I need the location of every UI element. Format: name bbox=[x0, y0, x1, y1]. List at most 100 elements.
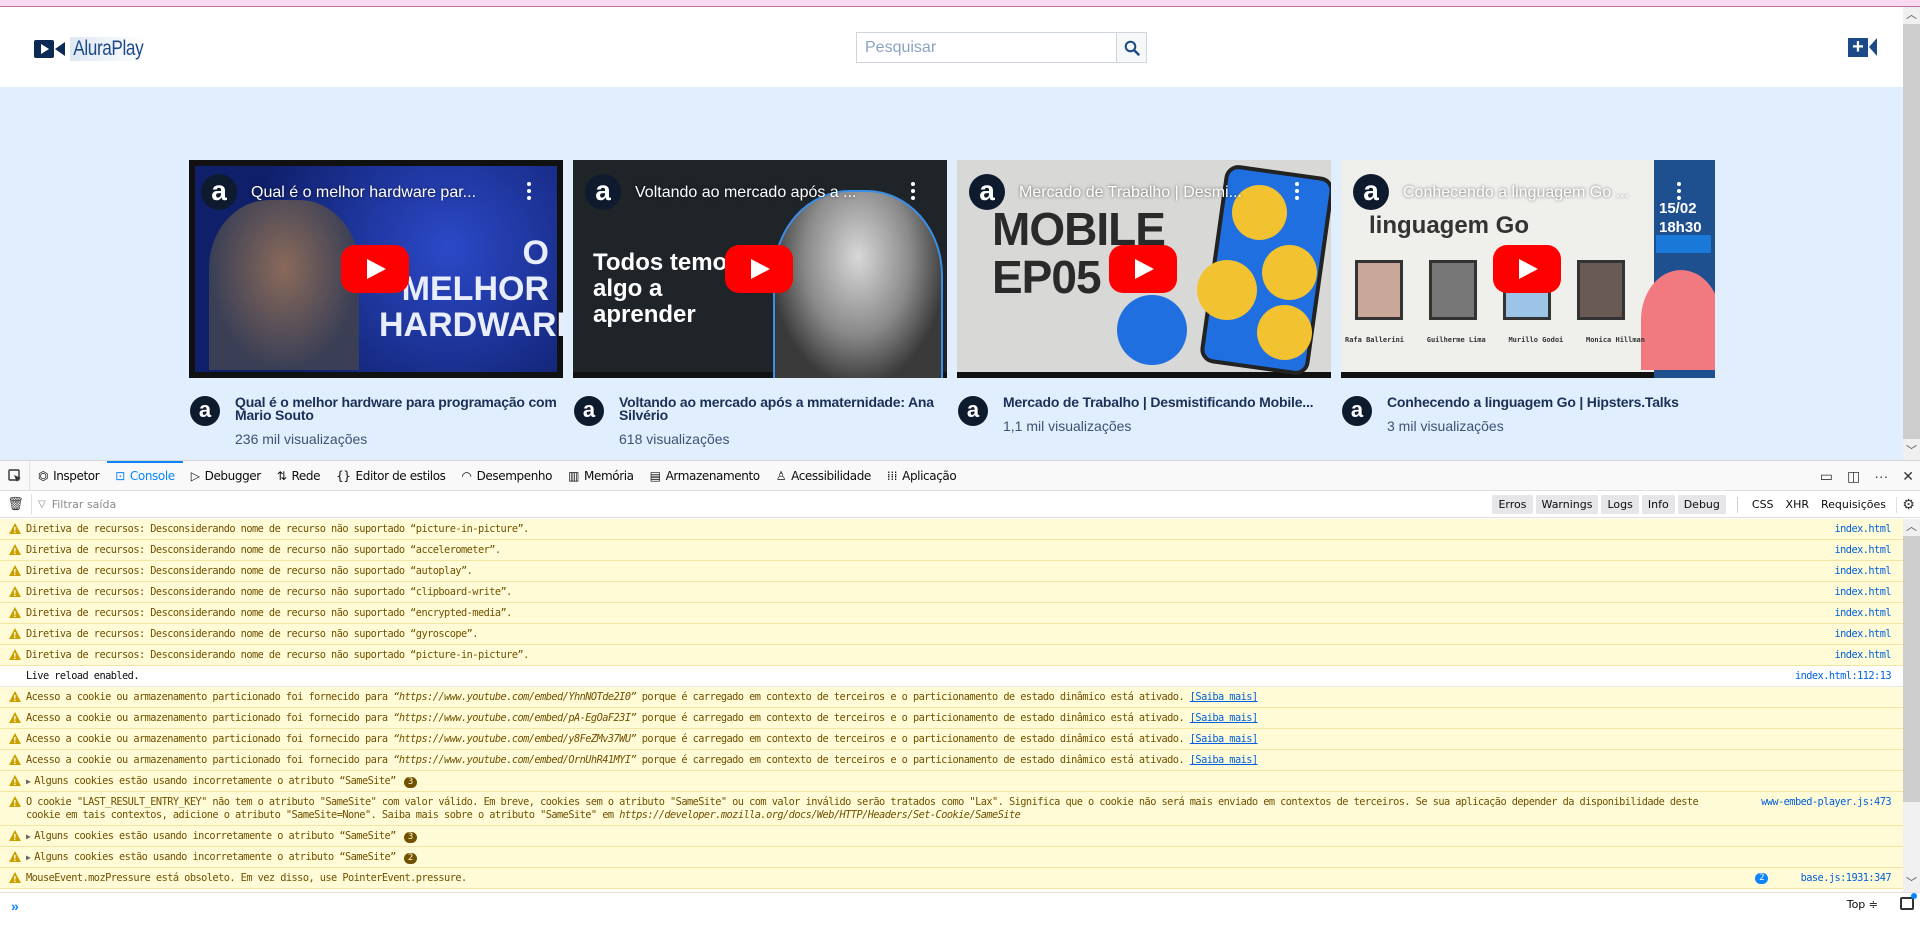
player-title[interactable]: Qual é o melhor hardware par... bbox=[251, 184, 476, 202]
tab-application[interactable]: ⁞⁞⁞ Aplicação bbox=[879, 461, 964, 491]
message-source-link[interactable]: index.html bbox=[1835, 586, 1892, 599]
message-source-link[interactable]: index.html bbox=[1835, 649, 1892, 662]
more-options-icon[interactable] bbox=[911, 182, 915, 200]
message-source-link[interactable]: index.html bbox=[1835, 607, 1892, 620]
console-warning-message[interactable]: Diretiva de recursos: Desconsiderando no… bbox=[0, 645, 1903, 666]
player-title[interactable]: Conhecendo a linguagem Go ... bbox=[1403, 184, 1629, 202]
learn-more-link[interactable]: [Saiba mais] bbox=[1190, 754, 1258, 766]
console-warning-message[interactable]: Diretiva de recursos: Desconsiderando no… bbox=[0, 519, 1903, 540]
context-selector[interactable]: Top ≑ bbox=[1847, 898, 1878, 911]
tab-accessibility[interactable]: ♙ Acessibilidade bbox=[768, 461, 879, 491]
player-title[interactable]: Voltando ao mercado após a ... bbox=[635, 184, 856, 202]
sidebar-toggle-icon[interactable] bbox=[1900, 893, 1917, 910]
tab-performance[interactable]: ◠ Desempenho bbox=[454, 461, 561, 491]
more-options-icon[interactable] bbox=[1295, 182, 1299, 200]
search-input[interactable] bbox=[857, 33, 1116, 62]
search-button[interactable] bbox=[1116, 33, 1146, 62]
expand-twisty-icon[interactable]: ▶ bbox=[26, 853, 31, 862]
tab-style-editor[interactable]: {} Editor de estilos bbox=[328, 461, 453, 491]
play-button[interactable] bbox=[1493, 245, 1561, 293]
tab-network[interactable]: ⇅ Rede bbox=[269, 461, 328, 491]
message-text: Alguns cookies estão usando incorretamen… bbox=[34, 830, 396, 842]
learn-more-link[interactable]: [Saiba mais] bbox=[1190, 691, 1258, 703]
console-warning-message[interactable]: Acesso a cookie ou armazenamento partici… bbox=[0, 729, 1903, 750]
video-player[interactable]: 15/02 18h30 linguagem Go Rafa Ballerini … bbox=[1341, 160, 1715, 378]
console-warning-message[interactable]: MouseEvent.mozPressure está obsoleto. Em… bbox=[0, 868, 1903, 889]
channel-logo-icon[interactable]: a bbox=[969, 174, 1005, 210]
learn-more-link[interactable]: [Saiba mais] bbox=[1190, 712, 1258, 724]
console-warning-message[interactable]: Acesso a cookie ou armazenamento partici… bbox=[0, 750, 1903, 771]
element-picker-button[interactable] bbox=[0, 460, 30, 491]
console-scrollbar[interactable]: ︿ ﹀ bbox=[1903, 519, 1920, 892]
site-logo[interactable]: AluraPlay bbox=[34, 37, 163, 61]
devtools-toolbar: ⏣ Inspetor ⊡ Console ▷ Debugger ⇅ Rede {} Edi… bbox=[0, 460, 1920, 491]
tab-inspector[interactable]: ⏣ Inspetor bbox=[30, 461, 107, 491]
video-player[interactable]: MOBILE EP05 a Mercado de Trabalho | Desm… bbox=[957, 160, 1331, 378]
filter-logs-button[interactable]: Logs bbox=[1601, 495, 1639, 514]
scroll-up-icon[interactable]: ︿ bbox=[1903, 7, 1920, 24]
console-warning-message[interactable]: ▶Alguns cookies estão usando incorretame… bbox=[0, 847, 1903, 868]
filter-debug-button[interactable]: Debug bbox=[1677, 495, 1726, 514]
search-bar bbox=[856, 32, 1147, 63]
channel-logo-icon[interactable]: a bbox=[585, 174, 621, 210]
console-warning-message[interactable]: Diretiva de recursos: Desconsiderando no… bbox=[0, 603, 1903, 624]
message-source-link[interactable]: index.html bbox=[1835, 523, 1892, 536]
learn-more-link[interactable]: [Saiba mais] bbox=[1190, 733, 1258, 745]
tab-debugger[interactable]: ▷ Debugger bbox=[183, 461, 269, 491]
more-options-icon[interactable] bbox=[527, 182, 531, 200]
filter-xhr-button[interactable]: XHR bbox=[1780, 495, 1815, 514]
channel-logo-icon[interactable]: a bbox=[201, 174, 237, 210]
message-source-link[interactable]: www-embed-player.js:473 bbox=[1761, 796, 1891, 809]
scroll-down-icon[interactable]: ﹀ bbox=[1903, 875, 1920, 892]
console-warning-message[interactable]: ▶Alguns cookies estão usando incorretame… bbox=[0, 771, 1903, 792]
console-warning-message[interactable]: Diretiva de recursos: Desconsiderando no… bbox=[0, 624, 1903, 645]
more-options-icon[interactable]: ··· bbox=[1874, 468, 1888, 484]
filter-css-button[interactable]: CSS bbox=[1746, 495, 1780, 514]
close-icon[interactable]: ✕ bbox=[1902, 468, 1914, 485]
filter-warnings-button[interactable]: Warnings bbox=[1535, 495, 1599, 514]
scrollbar-thumb[interactable] bbox=[1903, 536, 1920, 802]
console-warning-message[interactable]: O cookie "LAST_RESULT_ENTRY_KEY" não tem… bbox=[0, 792, 1903, 826]
split-console-icon[interactable]: ▭ bbox=[1820, 468, 1833, 485]
expand-twisty-icon[interactable]: ▶ bbox=[26, 777, 31, 786]
tab-storage[interactable]: ▤ Armazenamento bbox=[642, 461, 768, 491]
message-source-link[interactable]: index.html bbox=[1835, 628, 1892, 641]
message-source-link[interactable]: base.js:1931:347 bbox=[1801, 872, 1892, 885]
tab-console[interactable]: ⊡ Console bbox=[107, 460, 183, 491]
video-player[interactable]: Todos temos algo a aprender a Voltando a… bbox=[573, 160, 947, 378]
filter-info-button[interactable]: Info bbox=[1641, 495, 1675, 514]
message-source-link[interactable]: index.html bbox=[1835, 544, 1892, 557]
filter-output-input[interactable] bbox=[51, 497, 452, 511]
message-source-link[interactable]: index.html:112:13 bbox=[1795, 670, 1892, 683]
console-warning-message[interactable]: ▶Alguns cookies estão usando incorretame… bbox=[0, 826, 1903, 847]
message-source-link[interactable]: index.html bbox=[1835, 565, 1892, 578]
message-count-badge: 3 bbox=[403, 832, 417, 843]
message-url: “https://www.youtube.com/embed/YhnNOTde2… bbox=[393, 691, 637, 703]
console-log-message[interactable]: Live reload enabled. index.html:112:13 bbox=[0, 666, 1903, 687]
console-warning-message[interactable]: Diretiva de recursos: Desconsiderando no… bbox=[0, 540, 1903, 561]
play-button[interactable] bbox=[725, 245, 793, 293]
console-input[interactable] bbox=[30, 897, 1730, 911]
dock-icon[interactable]: ◫ bbox=[1847, 468, 1860, 485]
tab-memory[interactable]: ▥ Memória bbox=[560, 461, 642, 491]
scroll-up-icon[interactable]: ︿ bbox=[1903, 519, 1920, 536]
scrollbar-thumb[interactable] bbox=[1903, 24, 1920, 439]
expand-twisty-icon[interactable]: ▶ bbox=[26, 832, 31, 841]
video-player[interactable]: O MELHOR HARDWARE a Qual é o melhor hard… bbox=[189, 160, 563, 378]
play-button[interactable] bbox=[1109, 245, 1177, 293]
console-warning-message[interactable]: Diretiva de recursos: Desconsiderando no… bbox=[0, 561, 1903, 582]
filter-requests-button[interactable]: Requisições bbox=[1815, 495, 1892, 514]
page-scrollbar[interactable]: ︿ ﹀ bbox=[1903, 7, 1920, 460]
clear-console-icon[interactable]: 🗑 bbox=[0, 494, 32, 514]
channel-logo-icon[interactable]: a bbox=[1353, 174, 1389, 210]
play-button[interactable] bbox=[341, 245, 409, 293]
console-warning-message[interactable]: Acesso a cookie ou armazenamento partici… bbox=[0, 687, 1903, 708]
console-warning-message[interactable]: Diretiva de recursos: Desconsiderando no… bbox=[0, 582, 1903, 603]
more-options-icon[interactable] bbox=[1677, 182, 1681, 200]
scroll-down-icon[interactable]: ﹀ bbox=[1903, 443, 1920, 460]
console-warning-message[interactable]: Acesso a cookie ou armazenamento partici… bbox=[0, 708, 1903, 729]
filter-errors-button[interactable]: Erros bbox=[1492, 495, 1533, 514]
console-settings-icon[interactable]: ⚙ bbox=[1896, 496, 1920, 513]
player-title[interactable]: Mercado de Trabalho | Desmi... bbox=[1019, 184, 1242, 202]
add-video-button[interactable]: + bbox=[1848, 37, 1878, 57]
